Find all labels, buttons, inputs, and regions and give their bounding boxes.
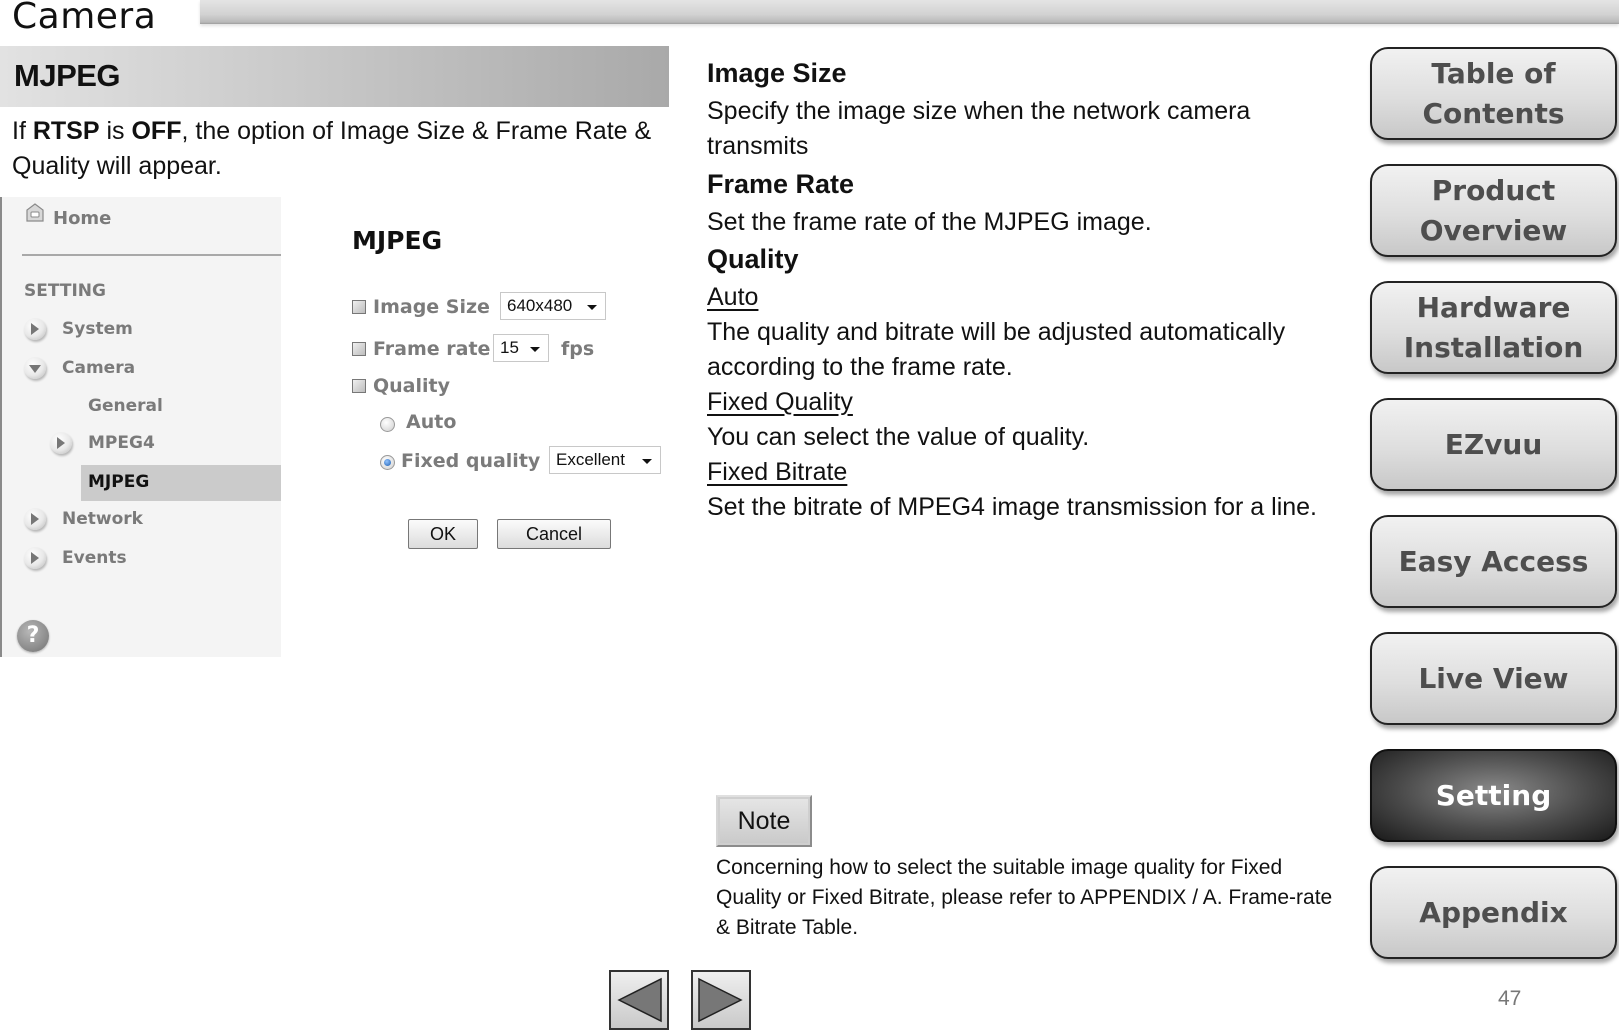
checkbox-icon [352, 379, 366, 393]
sidebar-item-camera: Camera [62, 358, 136, 378]
checkbox-icon [352, 342, 366, 356]
intro-prefix: If [12, 117, 33, 145]
frame-rate-unit: fps [561, 338, 595, 360]
sidebar-setting-heading: SETTING [24, 281, 106, 301]
sidebar-item-mpeg4: MPEG4 [88, 433, 155, 453]
chapter-title: Camera [12, 0, 157, 37]
fixed-bitrate-heading: Fixed Bitrate [707, 458, 848, 486]
sidebar-item-events: Events [62, 548, 127, 568]
frame-rate-label: Frame rate [373, 338, 491, 360]
sidebar-item-mjpeg: MJPEG [88, 472, 150, 492]
sidebar-divider [22, 254, 281, 256]
fixed-quality-text: You can select the value of quality. [707, 423, 1090, 451]
image-size-text: Specify the image size when the network … [707, 97, 1251, 160]
image-size-select: 640x480 [500, 292, 606, 320]
radio-auto [380, 417, 395, 432]
frame-rate-text: Set the frame rate of the MJPEG image. [707, 208, 1152, 236]
home-icon [24, 203, 46, 223]
image-size-label: Image Size [373, 296, 490, 318]
auto-text: The quality and bitrate will be adjusted… [707, 318, 1286, 381]
collapse-arrow-icon [24, 357, 46, 379]
quality-label: Quality [373, 375, 450, 397]
dropdown-caret-icon [642, 459, 652, 464]
sidebar-item-system: System [62, 319, 133, 339]
triangle-left-icon [617, 977, 662, 1023]
previous-page-button[interactable] [609, 970, 669, 1030]
screenshot-sidebar [0, 197, 281, 657]
sidebar-item-network: Network [62, 509, 143, 529]
form-title: MJPEG [352, 226, 443, 255]
nav-appendix[interactable]: Appendix [1370, 866, 1617, 959]
frame-rate-select: 15 [493, 334, 549, 362]
auto-heading: Auto [707, 283, 759, 311]
image-size-value: 640x480 [507, 296, 573, 315]
intro-off: OFF [131, 117, 182, 145]
note-badge: Note [716, 795, 812, 847]
triangle-right-icon [698, 977, 743, 1023]
auto-label: Auto [406, 411, 457, 433]
next-page-button[interactable] [691, 970, 751, 1030]
sidebar-item-general: General [88, 396, 163, 416]
checkbox-icon [352, 300, 366, 314]
section-title: MJPEG [14, 58, 121, 93]
nav-setting[interactable]: Setting [1370, 749, 1617, 842]
expand-arrow-icon [24, 508, 46, 530]
intro-text: If RTSP is OFF, the option of Image Size… [12, 114, 662, 184]
header-bar [200, 0, 1619, 24]
image-size-heading: Image Size [707, 58, 847, 88]
help-icon: ? [17, 620, 49, 652]
intro-rtsp: RTSP [32, 117, 100, 145]
frame-rate-value: 15 [500, 338, 519, 357]
dropdown-caret-icon [530, 347, 540, 352]
radio-fixed-quality [380, 455, 395, 470]
nav-hardware-installation[interactable]: Hardware Installation [1370, 281, 1617, 374]
expand-arrow-icon [24, 547, 46, 569]
nav-easy-access[interactable]: Easy Access [1370, 515, 1617, 608]
nav-live-view[interactable]: Live View [1370, 632, 1617, 725]
fixed-bitrate-text: Set the bitrate of MPEG4 image transmiss… [707, 493, 1317, 521]
page-number: 47 [1498, 987, 1522, 1010]
cancel-button: Cancel [497, 519, 611, 549]
nav-table-of-contents[interactable]: Table of Contents [1370, 47, 1617, 140]
ok-button: OK [408, 519, 478, 549]
fixed-quality-select: Excellent [549, 446, 661, 474]
sidebar-home: Home [53, 208, 112, 229]
intro-mid: is [99, 117, 132, 145]
frame-rate-heading: Frame Rate [707, 169, 855, 199]
nav-ezvuu[interactable]: EZvuu [1370, 398, 1617, 491]
expand-arrow-icon [50, 432, 72, 454]
fixed-quality-value: Excellent [556, 450, 625, 469]
dropdown-caret-icon [587, 305, 597, 310]
expand-arrow-icon [24, 318, 46, 340]
fixed-quality-heading: Fixed Quality [707, 388, 853, 416]
nav-product-overview[interactable]: Product Overview [1370, 164, 1617, 257]
fixed-quality-label: Fixed quality [401, 450, 541, 472]
note-text: Concerning how to select the suitable im… [716, 856, 1333, 939]
quality-heading: Quality [707, 244, 799, 274]
